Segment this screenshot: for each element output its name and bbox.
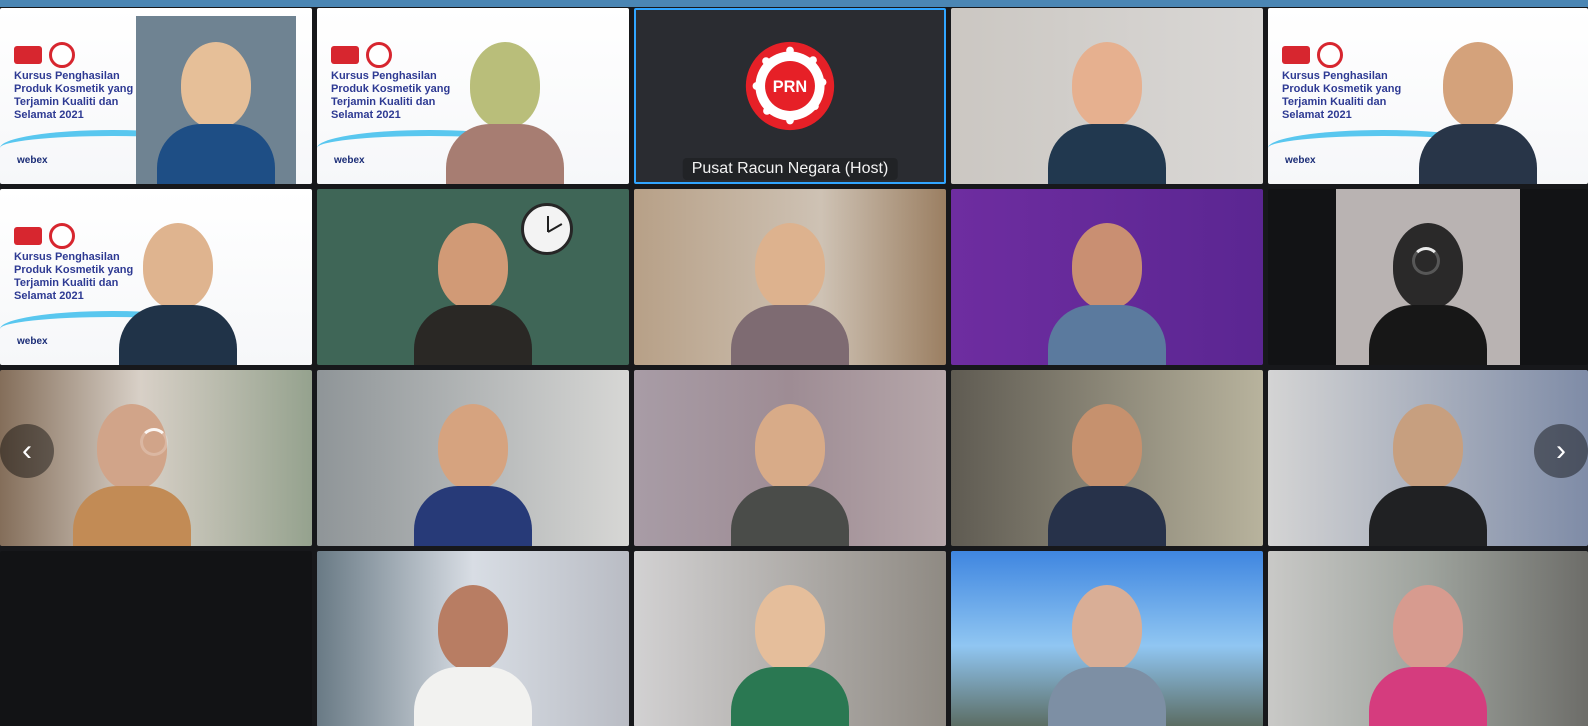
video-meeting-window: Kursus Penghasilan Produk Kosmetik yang … — [0, 0, 1588, 726]
participant-tile-11[interactable] — [317, 370, 629, 546]
webex-logo-text: webex — [17, 155, 48, 166]
organization-logo-icon — [366, 42, 392, 68]
person-avatar-icon — [1048, 215, 1166, 365]
window-accent-strip — [0, 0, 1588, 7]
course-title: Kursus Penghasilan Produk Kosmetik yang … — [14, 251, 134, 302]
organization-logo-icon — [49, 42, 75, 68]
person-avatar-icon — [1369, 577, 1487, 726]
course-title: Kursus Penghasilan Produk Kosmetik yang … — [14, 70, 134, 121]
organization-logo-icon: PRN — [745, 41, 835, 131]
university-logo-icon — [14, 46, 42, 64]
person-avatar-icon — [1369, 215, 1487, 365]
course-title: Kursus Penghasilan Produk Kosmetik yang … — [331, 70, 451, 121]
webex-logo-text: webex — [17, 336, 48, 347]
participant-tile-13[interactable] — [951, 370, 1263, 546]
previous-page-button[interactable]: ‹ — [0, 424, 54, 478]
participant-tile-12[interactable] — [634, 370, 946, 546]
participant-tile-16[interactable] — [317, 551, 629, 726]
university-logo-icon — [1282, 46, 1310, 64]
next-page-button[interactable]: › — [1534, 424, 1588, 478]
organization-logo-icon — [49, 223, 75, 249]
webex-logo-text: webex — [334, 155, 365, 166]
person-avatar-icon — [157, 34, 275, 184]
person-avatar-icon — [1048, 577, 1166, 726]
brand-logos — [14, 223, 75, 249]
person-avatar-icon — [1048, 34, 1166, 184]
brand-logos — [1282, 42, 1343, 68]
person-avatar-icon — [414, 396, 532, 546]
participant-gallery-grid: Kursus Penghasilan Produk Kosmetik yang … — [0, 8, 1588, 726]
participant-tile-2[interactable]: Kursus Penghasilan Produk Kosmetik yang … — [317, 8, 629, 184]
person-avatar-icon — [446, 34, 564, 184]
participant-tile-7[interactable] — [634, 189, 946, 365]
participant-tile-9[interactable] — [1268, 189, 1588, 365]
webex-logo-text: webex — [1285, 155, 1316, 166]
participant-tile-18[interactable] — [951, 551, 1263, 726]
host-name-label: Pusat Racun Negara (Host) — [682, 158, 898, 180]
chevron-right-icon: › — [1556, 434, 1566, 467]
host-initials: PRN — [773, 78, 807, 96]
loading-spinner-icon — [140, 428, 168, 456]
university-logo-icon — [14, 227, 42, 245]
participant-tile-1[interactable]: Kursus Penghasilan Produk Kosmetik yang … — [0, 8, 312, 184]
person-avatar-icon — [731, 577, 849, 726]
participant-tile-4[interactable]: Kursus Penghasilan Produk Kosmetik yang … — [1268, 8, 1588, 184]
course-title: Kursus Penghasilan Produk Kosmetik yang … — [1282, 70, 1402, 121]
person-avatar-icon — [414, 215, 532, 365]
person-avatar-icon — [1369, 396, 1487, 546]
person-avatar-icon — [731, 215, 849, 365]
person-avatar-icon — [73, 396, 191, 546]
empty-video-placeholder — [0, 551, 312, 726]
brand-logos — [331, 42, 392, 68]
participant-tile-17[interactable] — [634, 551, 946, 726]
person-avatar-icon — [414, 577, 532, 726]
participant-tile-6[interactable] — [317, 189, 629, 365]
chevron-left-icon: ‹ — [22, 434, 32, 467]
brand-logos — [14, 42, 75, 68]
person-avatar-icon — [119, 215, 237, 365]
university-logo-icon — [331, 46, 359, 64]
loading-spinner-icon — [1412, 247, 1440, 275]
participant-tile-8[interactable] — [951, 189, 1263, 365]
person-avatar-icon — [1048, 396, 1166, 546]
participant-tile-19[interactable] — [1268, 551, 1588, 726]
participant-tile-host[interactable]: PRN Pusat Racun Negara (Host) — [634, 8, 946, 184]
person-avatar-icon — [1419, 34, 1537, 184]
person-avatar-icon — [731, 396, 849, 546]
participant-tile-5[interactable]: Kursus Penghasilan Produk Kosmetik yang … — [0, 189, 312, 365]
organization-logo-icon — [1317, 42, 1343, 68]
participant-tile-3[interactable] — [951, 8, 1263, 184]
participant-tile-15[interactable] — [0, 551, 312, 726]
